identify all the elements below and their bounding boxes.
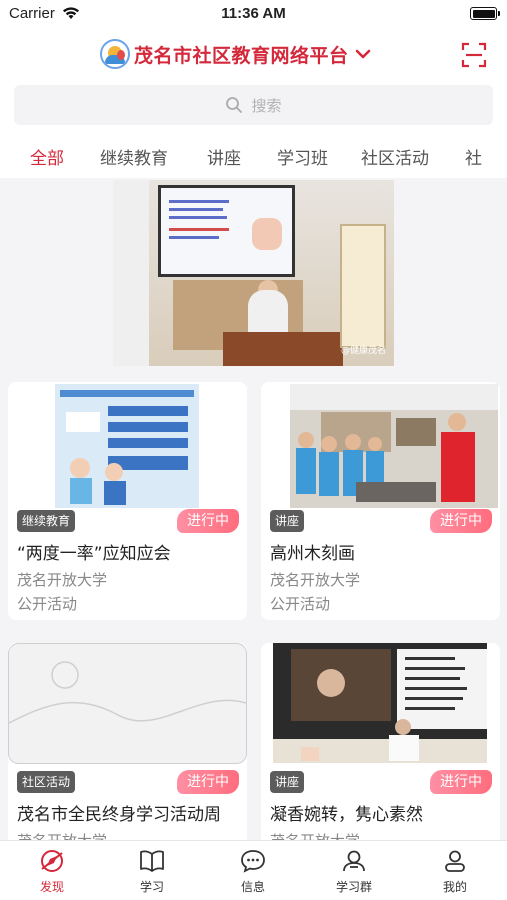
bottom-tab-bar: 发现 学习 信息 学习群 我的 (0, 840, 507, 900)
activity-title: 高州木刻画 (270, 544, 355, 564)
activity-card[interactable]: 讲座 进行中 高州木刻画 茂名开放大学 公开活动 (261, 382, 500, 620)
scan-icon[interactable] (461, 42, 487, 68)
platform-switcher[interactable]: 茂名市社区教育网络平台 (100, 38, 371, 70)
status-badge: 进行中 (177, 770, 239, 794)
category-badge: 继续教育 (17, 510, 76, 532)
tab-all[interactable]: 全部 (30, 144, 64, 169)
tab-label: 学习群 (335, 880, 372, 894)
status-bar: Carrier 11:36 AM (0, 0, 507, 28)
message-icon (241, 850, 265, 873)
tab-continuing-education[interactable]: 继续教育 (100, 144, 168, 169)
tab-label: 学习 (139, 880, 164, 894)
activity-card[interactable]: 继续教育 进行中 “两度一率”应知应会 茂名开放大学 公开活动 (8, 382, 247, 620)
tab-study[interactable]: 学习 (117, 849, 187, 895)
tab-community-activity[interactable]: 社区活动 (361, 144, 429, 169)
tab-messages[interactable]: 信息 (218, 849, 288, 895)
tab-label: 发现 (39, 880, 64, 894)
banner-image[interactable]: @健康茂名 (113, 180, 394, 366)
search-placeholder: 搜索 (251, 96, 282, 115)
status-badge: 进行中 (430, 509, 492, 533)
activity-title: 凝香婉转，隽心素然 (270, 805, 423, 825)
projector-screen (158, 185, 295, 277)
activity-organizer: 茂名开放大学 (17, 571, 108, 589)
tab-study-groups[interactable]: 学习群 (319, 849, 389, 895)
activity-organizer: 茂名开放大学 (270, 830, 360, 840)
chevron-down-icon (355, 49, 370, 59)
discover-icon (41, 850, 63, 872)
platform-logo-icon (100, 39, 130, 69)
activity-thumbnail (261, 382, 500, 510)
tab-label: 信息 (240, 880, 265, 894)
image-placeholder-icon (8, 643, 247, 771)
category-tabs: 全部 继续教育 讲座 学习班 社区活动 社 (0, 140, 507, 174)
clock: 11:36 AM (221, 5, 286, 22)
category-badge: 讲座 (270, 510, 305, 532)
tab-lecture[interactable]: 讲座 (207, 144, 241, 169)
activity-grid: 继续教育 进行中 “两度一率”应知应会 茂名开放大学 公开活动 讲座 进行中 高… (0, 372, 507, 840)
top-area: Carrier 11:36 AM 茂名市社区教育网络平台 搜索 全部 继续教育 … (0, 0, 507, 178)
title-bar: 茂名市社区教育网络平台 (0, 34, 507, 74)
banner-watermark: @健康茂名 (340, 346, 386, 356)
activity-organizer: 茂名开放大学 (270, 571, 361, 589)
category-badge: 讲座 (270, 771, 305, 793)
tab-more[interactable]: 社 (465, 144, 482, 169)
category-badge: 社区活动 (17, 771, 76, 793)
tab-study-class[interactable]: 学习班 (277, 144, 328, 169)
status-badge: 进行中 (177, 509, 239, 533)
activity-organizer: 茂名开放大学 (17, 830, 107, 840)
platform-title: 茂名市社区教育网络平台 (134, 44, 349, 67)
activity-type: 公开活动 (270, 595, 331, 613)
activity-card[interactable]: 社区活动 进行中 茂名市全民终身学习活动周 茂名开放大学 (8, 643, 247, 840)
group-icon (343, 850, 365, 872)
tab-label: 我的 (442, 880, 467, 894)
tab-discover[interactable]: 发现 (17, 849, 87, 895)
book-icon (140, 850, 164, 872)
activity-title: “两度一率”应知应会 (17, 544, 171, 564)
activity-type: 公开活动 (17, 595, 78, 613)
profile-icon (445, 850, 465, 872)
status-badge: 进行中 (430, 770, 492, 794)
activity-thumbnail (8, 382, 247, 510)
activity-title: 茂名市全民终身学习活动周 (17, 805, 221, 825)
activity-card[interactable]: 讲座 进行中 凝香婉转，隽心素然 茂名开放大学 (261, 643, 500, 840)
search-input[interactable]: 搜索 (14, 85, 493, 125)
search-icon (226, 97, 243, 113)
battery-icon (470, 7, 500, 20)
activity-thumbnail (261, 643, 500, 771)
tab-mine[interactable]: 我的 (420, 849, 490, 895)
